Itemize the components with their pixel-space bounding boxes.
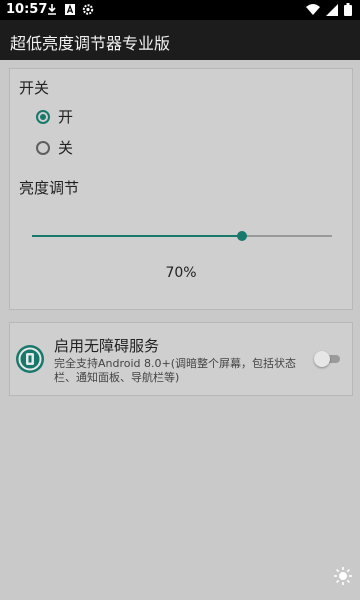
brightness-percent: 70% <box>165 265 197 281</box>
radio-option-off[interactable]: 关 <box>36 137 73 158</box>
settings-card: 开关 开 关 亮度调节 70% <box>9 68 353 310</box>
app-bar: 超低亮度调节器专业版 <box>0 20 360 60</box>
wifi-icon <box>306 3 320 20</box>
brightness-slider[interactable] <box>32 230 332 242</box>
accessibility-service-toggle[interactable] <box>314 351 342 367</box>
slider-thumb[interactable] <box>237 231 247 241</box>
accessibility-service-title: 启用无障碍服务 <box>54 337 160 355</box>
status-bar: 10:57 <box>0 0 360 20</box>
status-time: 10:57 <box>6 2 48 17</box>
brightness-icon[interactable] <box>333 566 353 586</box>
gear-icon <box>82 3 94 16</box>
accessibility-service-icon <box>16 345 44 373</box>
toggle-knob[interactable] <box>314 351 330 367</box>
radio-off-indicator[interactable] <box>36 140 50 155</box>
battery-icon <box>344 3 352 20</box>
letter-a-icon <box>64 3 76 16</box>
download-icon <box>46 3 58 16</box>
accessibility-service-description: 完全支持Android 8.0+(调暗整个屏幕，包括状态栏、通知面板、导航栏等) <box>54 357 297 384</box>
radio-option-on[interactable]: 开 <box>36 106 73 127</box>
switch-section-label: 开关 <box>19 79 50 97</box>
accessibility-card[interactable]: 启用无障碍服务 完全支持Android 8.0+(调暗整个屏幕，包括状态栏、通知… <box>9 322 353 396</box>
radio-off-label: 关 <box>58 139 74 157</box>
app-title: 超低亮度调节器专业版 <box>10 34 171 53</box>
slider-fill <box>32 235 242 237</box>
signal-icon <box>326 3 338 20</box>
radio-on-indicator[interactable] <box>36 109 50 124</box>
brightness-section-label: 亮度调节 <box>19 179 80 197</box>
radio-on-label: 开 <box>58 108 74 126</box>
